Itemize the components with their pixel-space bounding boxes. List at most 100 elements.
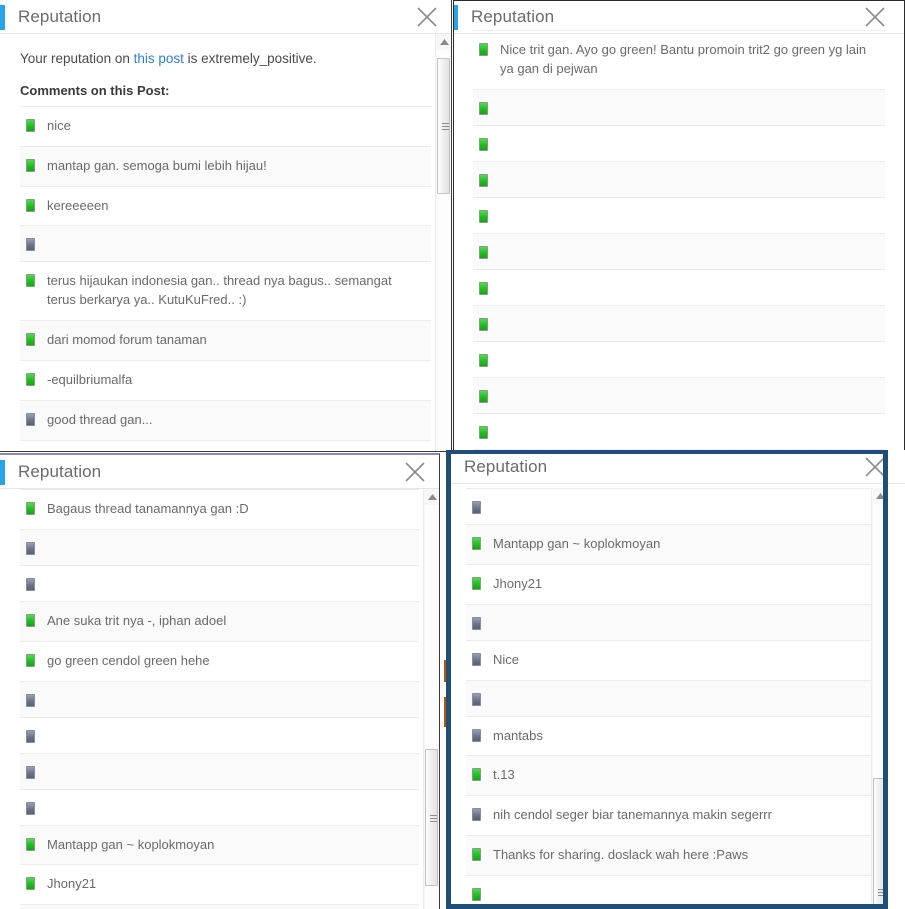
reputation-badge-icon xyxy=(472,537,481,550)
close-icon[interactable] xyxy=(863,455,887,479)
reputation-badge-icon xyxy=(472,576,481,590)
reputation-comment-text: Jhony21 xyxy=(47,876,97,892)
reputation-row xyxy=(473,196,885,233)
reputation-badge-icon xyxy=(479,281,488,295)
reputation-row: Mantapp gan ~ koplokmoyan xyxy=(466,524,885,564)
reputation-row xyxy=(473,160,885,197)
reputation-badge-icon xyxy=(26,238,35,252)
reputation-row: good thread gan... xyxy=(20,399,431,440)
reputation-row: -equilbriumalfa xyxy=(20,359,431,400)
scroll-up-arrow-icon[interactable] xyxy=(872,488,888,504)
reputation-row xyxy=(20,752,419,789)
reputation-comment-text: Jhony21 xyxy=(493,575,543,591)
reputation-badge-icon xyxy=(26,412,35,426)
dialog-scrollbar-bottom-left[interactable] xyxy=(423,489,439,909)
reputation-badge-icon xyxy=(26,613,35,627)
reputation-row: Nice trit gan. Ayo go green! Bantu promo… xyxy=(473,30,885,89)
reputation-badge-icon xyxy=(26,372,35,386)
dialog-scrollbar-bottom-right[interactable] xyxy=(871,488,888,909)
reputation-row xyxy=(20,528,419,565)
reputation-row: kereeeeen xyxy=(20,185,431,226)
page-title: Reputation xyxy=(464,457,548,476)
reputation-badge-icon xyxy=(479,101,488,115)
scrollbar-thumb-grip xyxy=(878,889,885,896)
close-icon[interactable] xyxy=(403,460,427,484)
reputation-comment-text: terus hijaukan indonesia gan.. thread ny… xyxy=(47,273,392,308)
screen-root: { "colors": { "accent_blue": "#29a3e8", … xyxy=(0,0,905,909)
reputation-summary: Your reputation on this post is extremel… xyxy=(0,34,451,69)
titlebar: Reputation xyxy=(453,0,905,34)
reputation-comment-list: Mantapp gan ~ koplokmoyan Jhony21 Nice mant… xyxy=(446,488,905,909)
reputation-row: t.13 xyxy=(466,755,885,796)
reputation-comment-text: mantap gan. semoga bumi lebih hijau! xyxy=(47,157,267,173)
reputation-comment-text: Bagaus thread tanamannya gan :D xyxy=(47,501,249,516)
reputation-dialog-bottom-right[interactable]: Reputation Mantapp gan ~ koplokmoyan Jhon… xyxy=(446,450,905,909)
accent-bar xyxy=(446,455,451,480)
reputation-badge-icon xyxy=(472,501,481,514)
reputation-row xyxy=(20,225,431,262)
reputation-badge-icon xyxy=(479,245,488,259)
reputation-badge-icon xyxy=(26,693,35,707)
reputation-comment-text: good thread gan... xyxy=(47,411,153,427)
reputation-comment-text: kereeeeen xyxy=(47,197,109,213)
reputation-row: go green cendol green hehe xyxy=(20,640,419,681)
reputation-row xyxy=(473,268,885,305)
reputation-badge-icon xyxy=(472,652,481,666)
reputation-badge-icon xyxy=(479,389,488,403)
reputation-badge-icon xyxy=(26,198,35,212)
reputation-badge-icon xyxy=(479,209,488,223)
summary-suffix: is extremely_positive. xyxy=(183,51,317,66)
reputation-row: Thanks for sharing. doslack wah here :Pa… xyxy=(466,835,885,875)
reputation-row: Nice trit gan. Ayo go green! Bantu promo… xyxy=(20,439,431,451)
reputation-row xyxy=(20,716,419,753)
reputation-row xyxy=(473,340,885,377)
reputation-row xyxy=(20,788,419,825)
reputation-row xyxy=(20,904,419,909)
reputation-comment-text: mantabs xyxy=(493,727,543,743)
reputation-badge-icon xyxy=(472,848,481,862)
dialog-body: Bagaus thread tanamannya gan :D Ane suka … xyxy=(0,489,439,909)
reputation-badge-icon xyxy=(26,765,35,779)
reputation-row: mantap gan. semoga bumi lebih hijau! xyxy=(20,145,431,186)
titlebar: Reputation xyxy=(446,450,905,484)
close-icon[interactable] xyxy=(415,5,439,29)
reputation-badge-icon xyxy=(472,887,481,901)
reputation-comment-text: Mantapp gan ~ koplokmoyan xyxy=(47,836,215,852)
reputation-row xyxy=(473,304,885,341)
reputation-row xyxy=(473,124,885,161)
scrollbar-thumb-grip xyxy=(430,815,437,822)
this-post-link[interactable]: this post xyxy=(134,51,184,66)
scrollbar-thumb[interactable] xyxy=(425,749,438,886)
reputation-badge-icon xyxy=(26,118,35,132)
reputation-badge-icon xyxy=(26,801,35,815)
reputation-dialog-bottom-left[interactable]: Reputation Bagaus thread tanamannya gan … xyxy=(0,453,440,909)
reputation-row xyxy=(466,874,885,909)
reputation-badge-icon xyxy=(26,837,35,851)
scrollbar-thumb[interactable] xyxy=(873,778,886,909)
close-icon[interactable] xyxy=(863,5,887,29)
reputation-row xyxy=(466,488,885,524)
reputation-dialog-top-left[interactable]: Reputation Your reputation on this post … xyxy=(0,0,452,452)
comments-heading: Comments on this Post: xyxy=(20,82,170,98)
dialog-scrollbar-top-left[interactable] xyxy=(435,34,451,451)
reputation-row: Jhony21 xyxy=(466,563,885,604)
scroll-up-arrow-icon[interactable] xyxy=(424,489,439,505)
scrollbar-thumb[interactable] xyxy=(437,58,450,194)
reputation-badge-icon xyxy=(472,808,481,822)
reputation-comment-text: nih cendol seger biar tanemannya makin s… xyxy=(493,807,772,823)
accent-bar xyxy=(0,460,5,485)
reputation-comment-text: Nice xyxy=(493,651,520,667)
reputation-badge-icon xyxy=(479,173,488,187)
reputation-row: nice xyxy=(20,105,431,146)
reputation-badge-icon xyxy=(472,768,481,782)
titlebar: Reputation xyxy=(0,455,439,489)
reputation-dialog-top-right[interactable]: Reputation Nice trit gan. Ayo go green! … xyxy=(453,0,905,452)
dialog-body: Nice trit gan. Ayo go green! Bantu promo… xyxy=(453,30,905,452)
scroll-up-arrow-icon[interactable] xyxy=(436,34,451,50)
reputation-row xyxy=(20,564,419,601)
scrollbar-thumb-grip xyxy=(442,123,449,130)
dialog-body: Your reputation on this post is extremel… xyxy=(0,34,451,451)
reputation-row xyxy=(20,680,419,717)
reputation-comment-text: -equilbriumalfa xyxy=(47,371,133,387)
reputation-badge-icon xyxy=(26,877,35,891)
